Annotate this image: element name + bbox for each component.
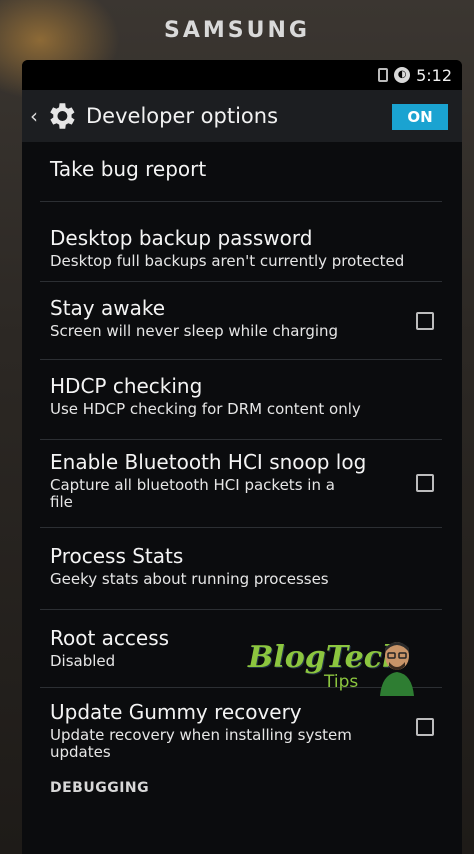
pref-stay-awake[interactable]: Stay awake Screen will never sleep while… <box>40 282 442 360</box>
pref-title: Process Stats <box>50 544 184 568</box>
pref-hdcp-checking[interactable]: HDCP checking Use HDCP checking for DRM … <box>40 360 442 440</box>
section-header-debugging: DEBUGGING <box>50 780 150 796</box>
avatar <box>380 642 414 696</box>
pref-summary: Update recovery when installing system u… <box>50 726 352 761</box>
pref-take-bug-report[interactable]: Take bug report <box>40 142 442 202</box>
watermark-sub-text: Tips <box>324 672 359 692</box>
gear-icon[interactable] <box>44 99 78 133</box>
status-icons: ◐ 5:12 <box>378 65 452 85</box>
developer-options-toggle[interactable]: ON <box>392 104 448 130</box>
pref-title: HDCP checking <box>50 374 203 398</box>
pref-summary: Screen will never sleep while charging <box>50 322 339 340</box>
stay-awake-checkbox[interactable] <box>416 312 434 330</box>
pref-update-gummy-recovery[interactable]: Update Gummy recovery Update recovery wh… <box>40 688 442 770</box>
pref-summary: Desktop full backups aren't currently pr… <box>50 252 405 270</box>
pref-process-stats[interactable]: Process Stats Geeky stats about running … <box>40 528 442 610</box>
pref-title: Take bug report <box>50 157 207 181</box>
signal-icon: ◐ <box>394 67 411 83</box>
blogtech-watermark: BlogTech Tips <box>248 640 418 700</box>
device-brand-logo: SAMSUNG <box>164 18 310 43</box>
pref-summary: Use HDCP checking for DRM content only <box>50 400 361 418</box>
pref-bluetooth-hci-snoop-log[interactable]: Enable Bluetooth HCI snoop log Capture a… <box>40 440 442 528</box>
page-title: Developer options <box>86 104 279 128</box>
status-clock: 5:12 <box>416 65 452 85</box>
pref-summary: Geeky stats about running processes <box>50 570 329 588</box>
phone-screen: ◐ 5:12 ‹ Developer options ON Take bug r… <box>22 60 462 854</box>
pref-title: Stay awake <box>50 296 166 320</box>
pref-title: Enable Bluetooth HCI snoop log <box>50 450 367 474</box>
update-gummy-checkbox[interactable] <box>416 718 434 736</box>
back-chevron-icon[interactable]: ‹ <box>30 104 42 128</box>
bluetooth-snoop-checkbox[interactable] <box>416 474 434 492</box>
pref-title: Desktop backup password <box>50 226 313 250</box>
status-bar: ◐ 5:12 <box>22 60 462 90</box>
action-bar: ‹ Developer options ON <box>22 90 462 142</box>
pref-summary: Capture all bluetooth HCI packets in a f… <box>50 476 335 511</box>
phone-device: SAMSUNG ◐ 5:12 ‹ Developer options ON Ta… <box>0 0 474 854</box>
pref-desktop-backup-password[interactable]: Desktop backup password Desktop full bac… <box>40 202 442 282</box>
sim-card-icon <box>378 68 389 82</box>
pref-title: Update Gummy recovery <box>50 700 302 724</box>
